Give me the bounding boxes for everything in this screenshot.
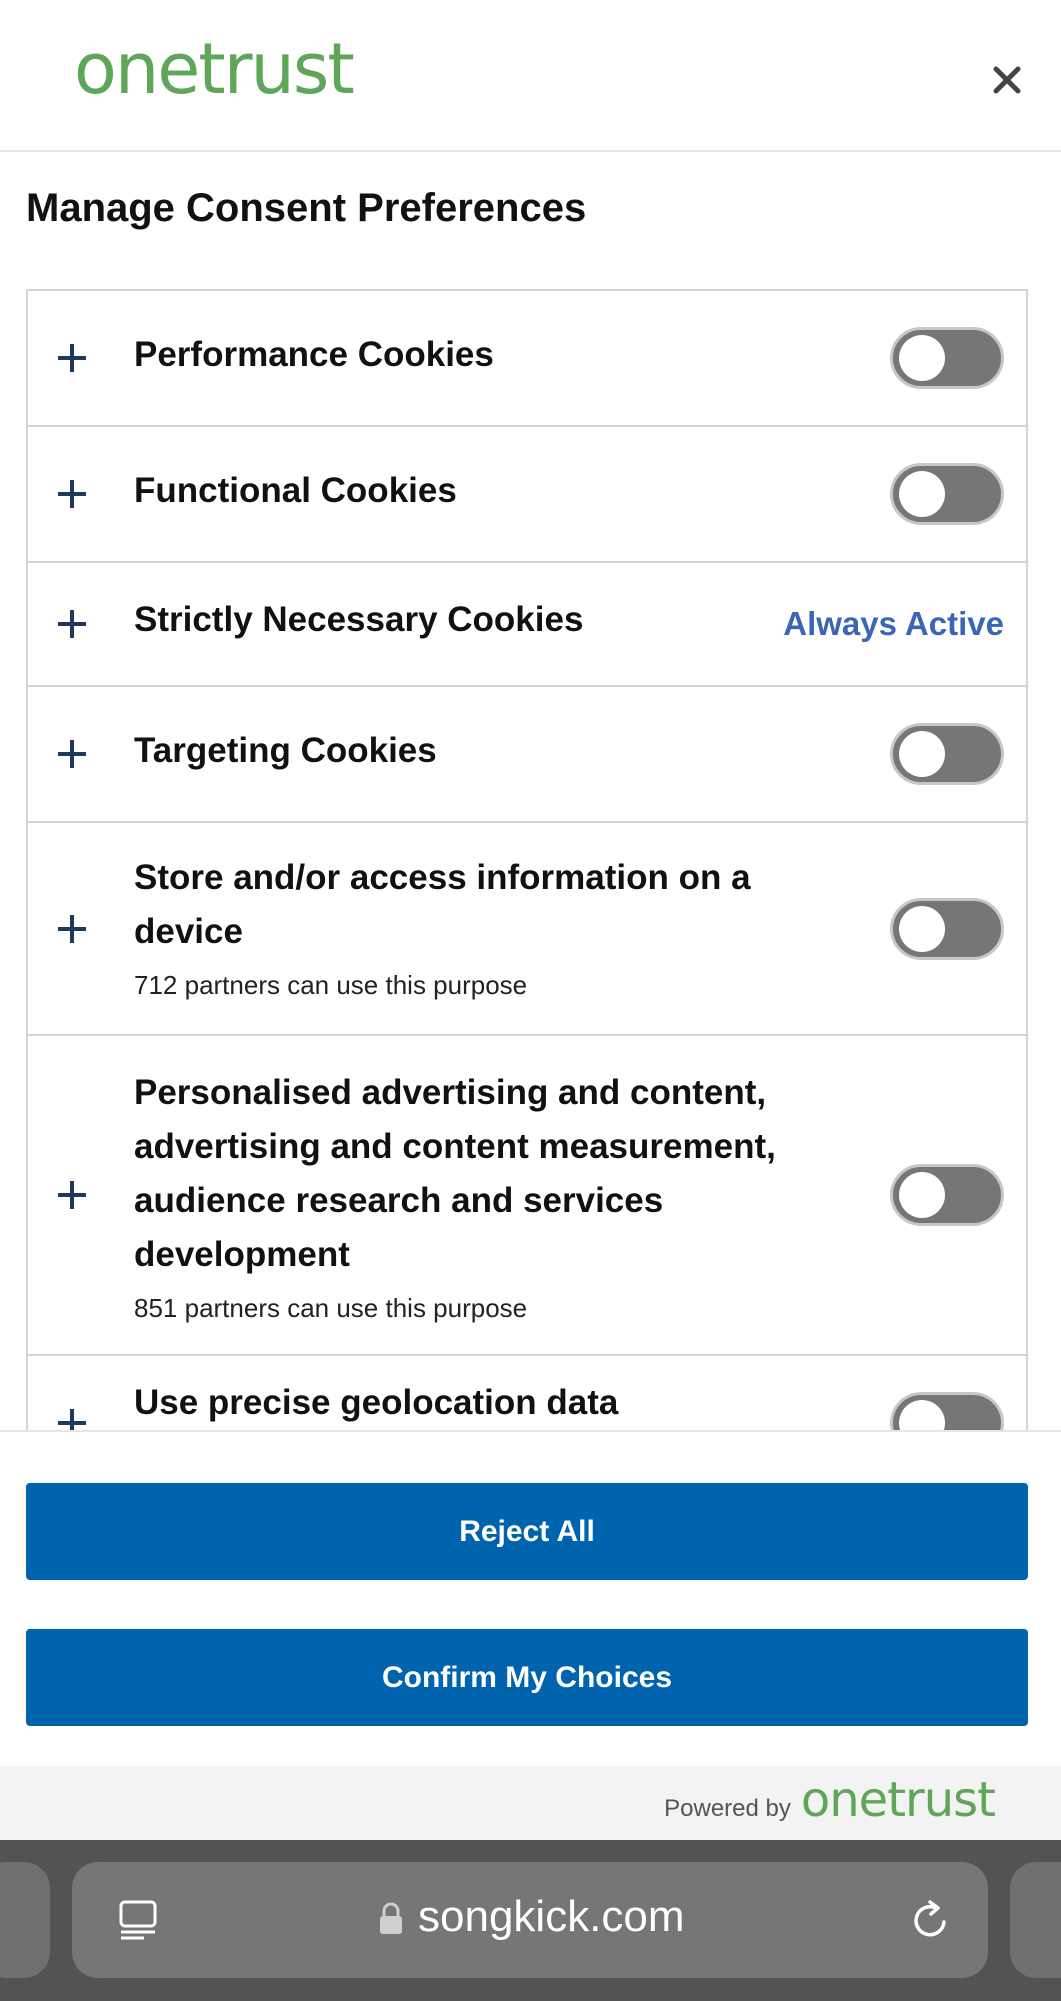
partner-count: 712 partners can use this purpose <box>134 970 528 1000</box>
toggle-knob <box>899 905 945 952</box>
targeting-cookies-toggle[interactable] <box>890 723 1004 785</box>
url-text: songkick.com <box>418 1892 685 1941</box>
next-tab[interactable] <box>1010 1862 1061 1978</box>
toggle-knob <box>899 1400 945 1430</box>
category-label: Targeting Cookies <box>134 731 437 770</box>
reload-icon[interactable] <box>906 1896 954 1944</box>
powered-by-bar: Powered by onetrust <box>0 1766 1061 1840</box>
store-access-toggle[interactable] <box>890 897 1004 960</box>
category-label: Strictly Necessary Cookies <box>134 600 584 639</box>
previous-tab[interactable] <box>0 1862 50 1978</box>
category-row-targeting[interactable]: Targeting Cookies <box>26 686 1028 822</box>
category-row-functional[interactable]: Functional Cookies <box>26 426 1028 562</box>
expand-plus-icon[interactable] <box>58 1408 88 1430</box>
performance-cookies-toggle[interactable] <box>890 327 1004 389</box>
page-title: Manage Consent Preferences <box>26 186 587 230</box>
close-button[interactable] <box>985 58 1029 102</box>
action-footer: Reject All Confirm My Choices <box>0 1430 1061 1766</box>
consent-preferences-screen: onetrust Manage Consent Preferences Perf… <box>0 0 1061 2001</box>
category-label: Functional Cookies <box>134 471 457 510</box>
powered-by-link[interactable]: Powered by onetrust <box>664 1772 996 1828</box>
confirm-choices-button[interactable]: Confirm My Choices <box>26 1629 1028 1726</box>
close-icon <box>993 66 1021 94</box>
partner-count: 851 partners can use this purpose <box>134 1293 528 1323</box>
toggle-knob <box>899 1172 945 1218</box>
toggle-knob <box>899 471 945 517</box>
always-active-status: Always Active <box>783 605 1004 642</box>
consent-category-list: Performance Cookies Functional Cookies S… <box>26 289 1028 1430</box>
expand-plus-icon[interactable] <box>58 479 88 509</box>
personalised-advertising-toggle[interactable] <box>890 1164 1004 1226</box>
browser-toolbar: songkick.com <box>0 1840 1061 2001</box>
reader-icon[interactable] <box>116 1898 160 1942</box>
category-row-performance[interactable]: Performance Cookies <box>26 289 1028 426</box>
category-label: Use precise geolocation data <box>134 1383 619 1422</box>
expand-plus-icon[interactable] <box>58 343 88 373</box>
reject-all-button[interactable]: Reject All <box>26 1483 1028 1580</box>
category-row-store-access[interactable]: Store and/or access information on a dev… <box>26 822 1028 1035</box>
onetrust-footer-logo: onetrust <box>800 1772 996 1828</box>
powered-by-text: Powered by <box>664 1795 791 1822</box>
category-label: Store and/or access information on a dev… <box>134 858 751 951</box>
category-label: Performance Cookies <box>134 335 494 374</box>
toggle-knob <box>899 731 945 777</box>
expand-plus-icon[interactable] <box>58 1180 88 1210</box>
expand-plus-icon[interactable] <box>58 739 88 769</box>
lock-icon <box>380 1902 402 1934</box>
address-bar[interactable]: songkick.com <box>72 1862 988 1978</box>
category-row-personalised-advertising[interactable]: Personalised advertising and content, ad… <box>26 1035 1028 1355</box>
geolocation-toggle[interactable] <box>890 1392 1004 1430</box>
toggle-knob <box>899 335 945 381</box>
category-row-strictly-necessary[interactable]: Strictly Necessary Cookies Always Active <box>26 562 1028 686</box>
category-row-geolocation[interactable]: Use precise geolocation data <box>26 1355 1028 1430</box>
category-label: Personalised advertising and content, ad… <box>134 1073 776 1274</box>
functional-cookies-toggle[interactable] <box>890 463 1004 525</box>
onetrust-logo: onetrust <box>74 28 355 110</box>
expand-plus-icon[interactable] <box>58 609 88 639</box>
header: onetrust <box>0 0 1061 152</box>
expand-plus-icon[interactable] <box>58 914 88 944</box>
